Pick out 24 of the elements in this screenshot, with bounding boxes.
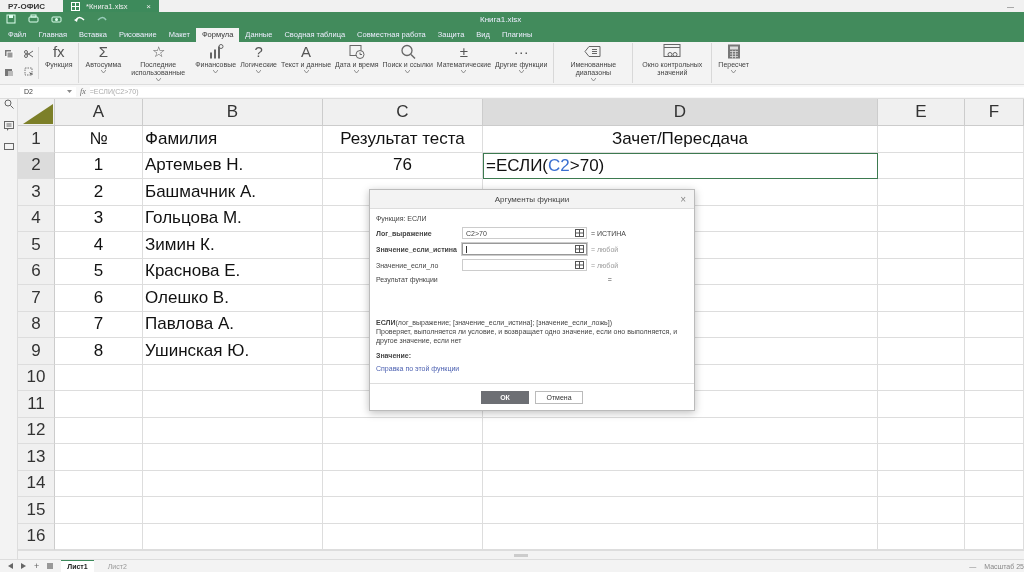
table-cell: 6 — [55, 285, 143, 312]
table-cell: Олешко В. — [143, 285, 323, 312]
table-cell: Зачет/Пересдача — [483, 126, 878, 153]
table-cell: 4 — [55, 232, 143, 259]
table-cell: 2 — [55, 179, 143, 206]
table-cell: 3 — [55, 205, 143, 232]
table-cell: 7 — [55, 311, 143, 338]
table-cell: Артемьев Н. — [143, 152, 323, 179]
app-logo: Р7-ОФИС — [7, 1, 47, 11]
table-cell: Павлова А. — [143, 311, 323, 338]
window-title: Книга1.xlsx — [480, 14, 522, 24]
table-cell: 5 — [55, 258, 143, 285]
table-cell: 76 — [323, 152, 483, 179]
dialog-title: Аргументы функции — [494, 194, 570, 204]
table-cell: № — [55, 126, 143, 153]
table-cell: Результат теста — [323, 126, 483, 153]
table-cell: 1 — [55, 152, 143, 179]
table-cell: Краснова Е. — [143, 258, 323, 285]
table-cell: Зимин К. — [143, 232, 323, 259]
table-cell: Ушинская Ю. — [143, 338, 323, 365]
table-cell: Фамилия — [143, 126, 323, 153]
table-cell: Башмачник А. — [143, 179, 323, 206]
table-cell: Гольцова М. — [143, 205, 323, 232]
table-cell: 8 — [55, 338, 143, 365]
